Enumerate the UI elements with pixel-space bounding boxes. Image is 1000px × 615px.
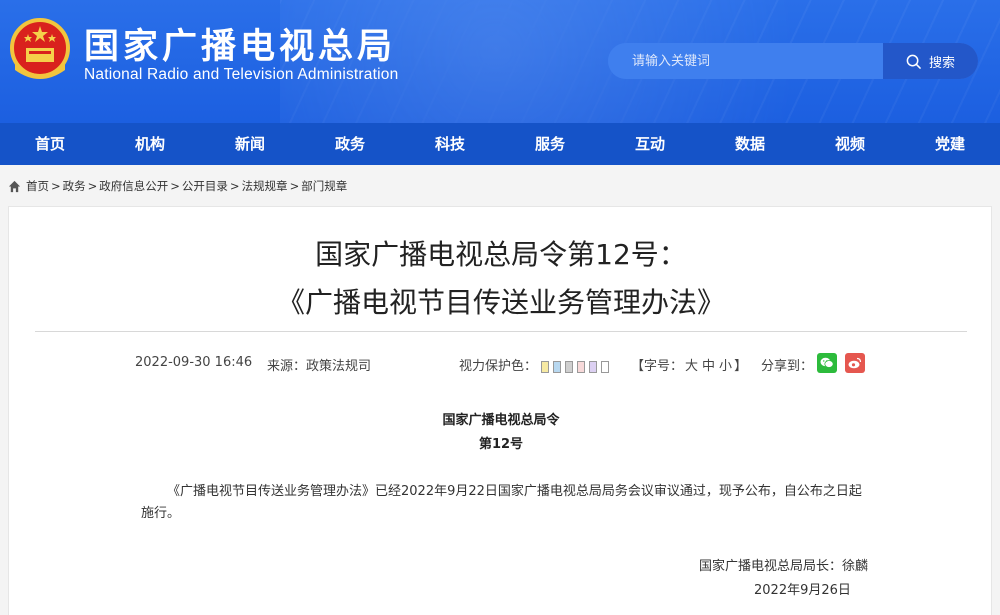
font-size-medium[interactable]: 中 [702, 359, 715, 374]
breadcrumb-regulations[interactable]: 法规规章 [242, 178, 288, 194]
site-title-cn: 国家广播电视总局 [84, 27, 397, 67]
nav-item-services[interactable]: 服务 [500, 123, 600, 165]
decree-number: 第12号 [478, 437, 524, 452]
publish-date: 2022-09-30 16:46 [135, 355, 253, 370]
share-label: 分享到： [761, 359, 814, 374]
site-header: 国家广播电视总局 National Radio and Television A… [0, 0, 1000, 123]
site-title-en: National Radio and Television Administra… [84, 66, 399, 83]
breadcrumb-separator: > [87, 179, 98, 193]
font-size-large[interactable]: 大 [685, 359, 698, 374]
font-size-label-close: 】 [734, 359, 748, 374]
signature: 国家广播电视总局局长：徐麟 [699, 559, 869, 574]
eye-care-swatches [541, 360, 610, 373]
search-input[interactable] [608, 43, 883, 79]
nav-item-interaction[interactable]: 互动 [600, 123, 700, 165]
nav-item-news[interactable]: 新闻 [200, 123, 300, 165]
eye-care-swatch-blue[interactable] [553, 360, 562, 373]
national-emblem-icon[interactable] [9, 18, 71, 84]
nav-item-video[interactable]: 视频 [800, 123, 900, 165]
breadcrumb-info-disclosure[interactable]: 政府信息公开 [99, 178, 168, 194]
breadcrumb-department-rules[interactable]: 部门规章 [301, 178, 347, 194]
home-icon [8, 180, 21, 192]
breadcrumb-separator: > [289, 179, 300, 193]
eye-care-swatch-gray[interactable] [565, 360, 574, 373]
nav-item-institutions[interactable]: 机构 [100, 123, 200, 165]
search-box: 搜索 [608, 43, 978, 79]
decree-issuer: 国家广播电视总局令 [442, 413, 560, 428]
wechat-share-icon[interactable] [817, 353, 837, 373]
title-divider [35, 331, 967, 332]
nav-item-party[interactable]: 党建 [900, 123, 1000, 165]
font-size-small[interactable]: 小 [719, 359, 732, 374]
nav-item-technology[interactable]: 科技 [400, 123, 500, 165]
article-title: 国家广播电视总局令第12号： 《广播电视节目传送业务管理办法》 [9, 231, 993, 327]
article-source: 来源：政策法规司 [267, 359, 372, 374]
eye-care-swatch-pink[interactable] [577, 360, 586, 373]
article-panel: 国家广播电视总局令第12号： 《广播电视节目传送业务管理办法》 2022-09-… [8, 206, 992, 615]
font-size-label-open: 【字号： [631, 359, 684, 374]
nav-item-data[interactable]: 数据 [700, 123, 800, 165]
search-button[interactable]: 搜索 [883, 43, 978, 79]
breadcrumb-government-affairs[interactable]: 政务 [63, 178, 86, 194]
eye-care-label: 视力保护色： [459, 359, 538, 374]
main-nav: 首页 机构 新闻 政务 科技 服务 互动 数据 视频 党建 [0, 123, 1000, 165]
eye-care-control: 视力保护色： [459, 355, 610, 374]
eye-care-swatch-white[interactable] [601, 360, 610, 373]
breadcrumb-public-catalog[interactable]: 公开目录 [182, 178, 228, 194]
nav-item-home[interactable]: 首页 [0, 123, 100, 165]
breadcrumb-home[interactable]: 首页 [26, 178, 49, 194]
font-size-control: 【字号：大中小】 [631, 355, 747, 374]
eye-care-swatch-yellow[interactable] [541, 360, 550, 373]
eye-care-swatch-purple[interactable] [589, 360, 598, 373]
breadcrumb-separator: > [170, 179, 180, 193]
breadcrumb: 首页 > 政务 > 政府信息公开 > 公开目录 > 法规规章 > 部门规章 [8, 178, 347, 194]
weibo-share-icon[interactable] [845, 353, 865, 373]
signature-date: 2022年9月26日 [754, 583, 851, 598]
search-icon [906, 54, 921, 69]
article-title-line2: 《广播电视节目传送业务管理办法》 [276, 286, 725, 319]
article-title-line1: 国家广播电视总局令第12号： [315, 238, 687, 271]
article-body: 《广播电视节目传送业务管理办法》已经2022年9月22日国家广播电视总局局务会议… [141, 484, 862, 521]
breadcrumb-separator: > [229, 179, 240, 193]
breadcrumb-separator: > [51, 179, 61, 193]
nav-item-government-affairs[interactable]: 政务 [300, 123, 400, 165]
search-button-label: 搜索 [928, 55, 955, 71]
